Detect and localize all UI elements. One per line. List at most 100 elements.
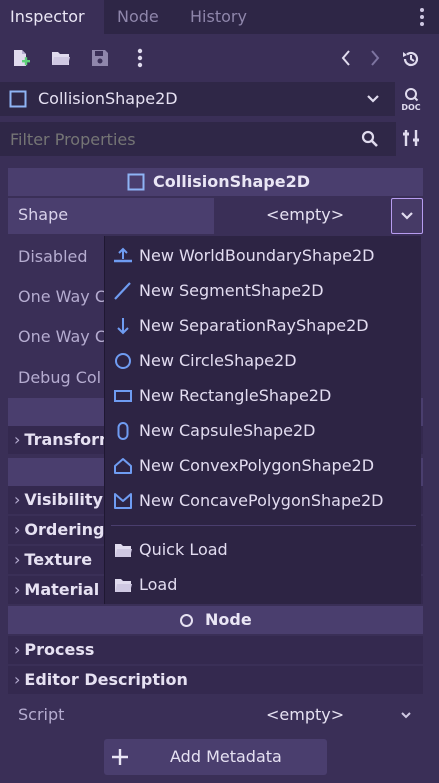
one-way-collision-margin-label: One Way C — [18, 327, 106, 346]
menu-item-label: New WorldBoundaryShape2D — [139, 246, 375, 265]
subsection-label: Visibility — [24, 490, 103, 509]
plus-icon — [111, 748, 129, 766]
menu-item-label: New CapsuleShape2D — [139, 421, 316, 440]
menu-item-rectangle-shape[interactable]: New RectangleShape2D — [105, 378, 422, 413]
object-selector[interactable]: CollisionShape2D — [0, 82, 395, 116]
menu-item-label: Quick Load — [139, 540, 228, 559]
subsection-process[interactable]: › Process — [8, 636, 423, 664]
section-header-collisionshape2d[interactable]: CollisionShape2D — [8, 168, 423, 196]
chevron-right-icon: › — [14, 490, 21, 509]
section-title: CollisionShape2D — [153, 172, 311, 191]
chevron-right-icon: › — [14, 550, 21, 569]
script-value: <empty> — [266, 705, 345, 724]
script-value-field[interactable]: <empty> — [214, 698, 423, 732]
dock-menu-icon[interactable] — [418, 6, 426, 28]
tab-label: History — [190, 7, 247, 26]
subsection-label: Texture — [24, 550, 93, 569]
chevron-right-icon: › — [14, 520, 21, 539]
rectangle-icon — [113, 387, 133, 405]
subsection-title: › Visibility — [14, 486, 103, 514]
shape-label: Shape — [18, 205, 69, 224]
tab-label: Node — [117, 7, 159, 26]
subsection-label: Ordering — [24, 520, 105, 539]
subsection-title: › Process — [14, 636, 94, 664]
forward-icon[interactable] — [370, 49, 380, 67]
filter-properties-input[interactable] — [0, 122, 350, 156]
tools-icon[interactable] — [401, 128, 421, 148]
segment-icon — [113, 282, 133, 300]
subsection-title: › Editor Description — [14, 666, 188, 694]
menu-item-quick-load[interactable]: Quick Load — [105, 532, 422, 567]
back-icon[interactable] — [341, 49, 351, 67]
subsection-title: › Ordering — [14, 516, 104, 544]
history-icon[interactable] — [401, 49, 421, 69]
script-label: Script — [18, 705, 65, 724]
chevron-down-icon — [366, 94, 380, 104]
menu-item-label: New ConcavePolygonShape2D — [139, 491, 384, 510]
collision-shape-icon — [127, 173, 145, 191]
chevron-down-icon — [400, 711, 412, 720]
menu-item-label: New RectangleShape2D — [139, 386, 332, 405]
subsection-title: › Texture — [14, 546, 92, 574]
shape-property-row: Shape — [8, 198, 214, 234]
menu-separator — [111, 525, 416, 526]
menu-item-load[interactable]: Load — [105, 567, 422, 602]
subsection-editor-description[interactable]: › Editor Description — [8, 666, 423, 694]
subsection-label: Editor Description — [24, 670, 188, 689]
section-title: Node — [205, 610, 252, 629]
shape-value-field[interactable]: <empty> — [214, 198, 390, 234]
folder-icon — [113, 541, 133, 559]
menu-item-concave-polygon-shape[interactable]: New ConcavePolygonShape2D — [105, 483, 422, 518]
open-folder-icon[interactable] — [51, 49, 71, 67]
node-circle-icon — [179, 613, 194, 628]
chevron-right-icon: › — [14, 640, 21, 659]
menu-item-label: New CircleShape2D — [139, 351, 297, 370]
search-icon — [361, 130, 379, 148]
subsection-title: › Transform — [14, 426, 116, 454]
shape-value: <empty> — [266, 205, 345, 224]
tab-label: Inspector — [10, 7, 85, 26]
shape-popup-menu: New WorldBoundaryShape2D New SegmentShap… — [104, 236, 421, 604]
new-resource-icon[interactable] — [11, 48, 31, 68]
tab-history[interactable]: History — [190, 0, 260, 34]
convex-polygon-icon — [113, 457, 133, 475]
save-icon[interactable] — [91, 49, 109, 67]
menu-item-label: New ConvexPolygonShape2D — [139, 456, 375, 475]
doc-label: DOC — [401, 103, 420, 112]
doc-icon[interactable]: DOC — [398, 86, 424, 112]
menu-item-world-boundary-shape[interactable]: New WorldBoundaryShape2D — [105, 238, 422, 273]
tab-node[interactable]: Node — [117, 0, 173, 34]
inspector-toolbar — [0, 34, 439, 82]
menu-item-label: New SeparationRayShape2D — [139, 316, 369, 335]
more-vertical-icon[interactable] — [136, 47, 144, 69]
dock-tab-bar: Inspector Node History — [0, 0, 439, 34]
subsection-label: Process — [24, 640, 95, 659]
section-header-node[interactable]: Node — [8, 606, 423, 634]
filter-properties-field[interactable] — [0, 122, 396, 156]
folder-icon — [113, 576, 133, 594]
add-metadata-button[interactable]: Add Metadata — [104, 739, 327, 775]
menu-item-separation-ray-shape[interactable]: New SeparationRayShape2D — [105, 308, 422, 343]
menu-item-convex-polygon-shape[interactable]: New ConvexPolygonShape2D — [105, 448, 422, 483]
disabled-label: Disabled — [18, 247, 88, 266]
tab-inspector[interactable]: Inspector — [0, 0, 104, 34]
add-metadata-label: Add Metadata — [170, 747, 282, 766]
capsule-icon — [113, 422, 133, 440]
menu-item-capsule-shape[interactable]: New CapsuleShape2D — [105, 413, 422, 448]
world-boundary-icon — [113, 247, 133, 265]
subsection-label: Transform — [24, 430, 116, 449]
shape-dropdown-button[interactable] — [391, 198, 423, 234]
selected-object-label: CollisionShape2D — [38, 89, 178, 108]
chevron-right-icon: › — [14, 580, 21, 599]
subsection-label: Material — [24, 580, 100, 599]
collision-shape-icon — [9, 90, 27, 108]
one-way-collision-label: One Way C — [18, 287, 106, 306]
menu-item-circle-shape[interactable]: New CircleShape2D — [105, 343, 422, 378]
menu-item-segment-shape[interactable]: New SegmentShape2D — [105, 273, 422, 308]
chevron-right-icon: › — [14, 670, 21, 689]
debug-color-label: Debug Col — [18, 368, 102, 387]
chevron-right-icon: › — [14, 430, 21, 449]
menu-item-label: Load — [139, 575, 178, 594]
subsection-title: › Material — [14, 576, 99, 604]
circle-icon — [113, 352, 133, 370]
